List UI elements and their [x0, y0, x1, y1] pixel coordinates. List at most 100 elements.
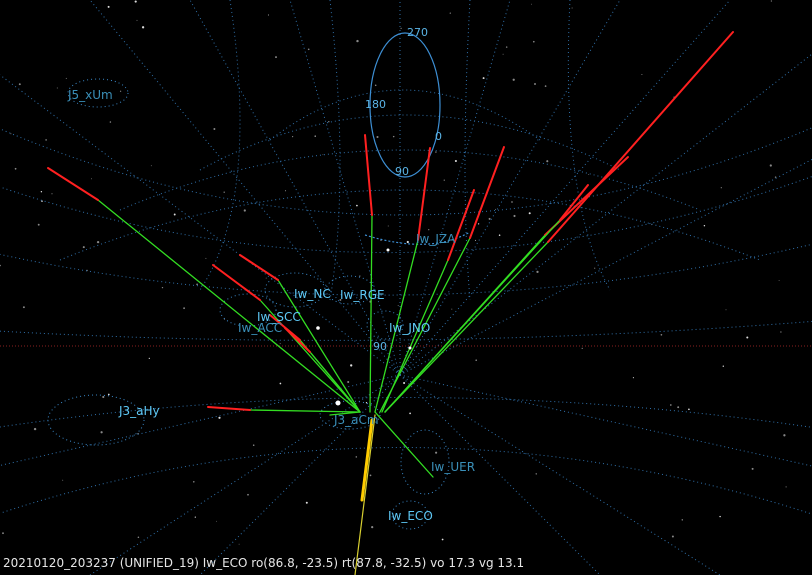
- star: [82, 246, 85, 249]
- star: [669, 404, 672, 406]
- star: [307, 48, 310, 51]
- star: [102, 395, 105, 399]
- station-label-iw-jza: Iw_JZA: [416, 232, 456, 246]
- star: [688, 408, 690, 411]
- star: [196, 283, 198, 286]
- station-label-iw-nc: Iw_NC: [294, 287, 331, 301]
- star-field: [0, 0, 787, 545]
- station-label-j3-acm: J3_aCm: [334, 413, 379, 427]
- star: [371, 525, 374, 529]
- star: [498, 234, 501, 236]
- star: [495, 208, 496, 210]
- station-fov-circles: [47, 78, 450, 530]
- star: [376, 135, 379, 139]
- azimuth-180-label: 180: [365, 98, 386, 111]
- star: [435, 451, 438, 454]
- star: [150, 165, 152, 167]
- station-label-iw-jno: Iw_JNO: [389, 321, 431, 335]
- star: [183, 307, 185, 310]
- star: [51, 193, 53, 195]
- star: [119, 90, 122, 92]
- star: [571, 7, 573, 9]
- star: [136, 19, 138, 21]
- star: [216, 520, 218, 522]
- star: [594, 267, 596, 269]
- star: [359, 275, 361, 277]
- star: [746, 336, 749, 339]
- star: [62, 479, 64, 481]
- star: [660, 333, 663, 336]
- star: [96, 240, 100, 244]
- sky-chart-canvas: [0, 0, 812, 575]
- star: [173, 213, 176, 216]
- star: [347, 380, 350, 384]
- star: [279, 343, 281, 345]
- star: [533, 40, 535, 43]
- star: [14, 167, 17, 170]
- star: [56, 87, 58, 89]
- star: [369, 474, 372, 477]
- altitude-90-label: 90: [373, 340, 387, 353]
- star: [435, 151, 437, 153]
- star: [141, 26, 145, 29]
- star: [400, 27, 402, 30]
- station-label-iw-acc: Iw_ACC: [238, 321, 283, 335]
- star: [535, 473, 537, 475]
- star: [40, 191, 43, 193]
- star: [107, 5, 110, 8]
- star: [406, 240, 409, 244]
- star: [37, 223, 40, 226]
- star: [305, 501, 308, 504]
- star: [91, 178, 92, 180]
- star: [449, 12, 451, 14]
- star: [107, 393, 110, 396]
- station-label-j5-xum: J5_xUm: [68, 88, 113, 102]
- star: [22, 306, 25, 309]
- star: [45, 139, 47, 141]
- star: [477, 223, 480, 225]
- star: [641, 73, 643, 76]
- star: [322, 154, 324, 156]
- star: [581, 347, 583, 350]
- star: [392, 135, 395, 138]
- star: [33, 427, 37, 431]
- star: [703, 224, 706, 227]
- star: [780, 331, 782, 333]
- star: [475, 239, 477, 241]
- star: [356, 39, 359, 43]
- star: [355, 456, 358, 458]
- azimuth-0-label: 0: [435, 130, 442, 143]
- star: [279, 382, 282, 385]
- star: [546, 160, 549, 163]
- star: [0, 264, 1, 267]
- star: [681, 519, 684, 521]
- star: [751, 467, 754, 470]
- star: [528, 212, 531, 215]
- star: [109, 121, 112, 123]
- star: [544, 85, 547, 87]
- star: [671, 535, 674, 538]
- star: [505, 46, 508, 48]
- star: [725, 309, 727, 311]
- star: [769, 164, 772, 167]
- star: [18, 83, 21, 86]
- star: [314, 135, 316, 137]
- star: [267, 14, 269, 16]
- star: [511, 201, 513, 203]
- star: [475, 359, 477, 361]
- star: [719, 515, 721, 518]
- star: [65, 77, 67, 79]
- star: [2, 532, 4, 535]
- star: [454, 159, 457, 163]
- star: [161, 286, 164, 289]
- star: [443, 179, 445, 181]
- star: [512, 78, 515, 81]
- star: [588, 173, 590, 175]
- star: [100, 431, 103, 434]
- star: [365, 402, 368, 404]
- station-label-iw-uer: Iw_UER: [431, 460, 476, 474]
- star: [722, 365, 724, 367]
- star: [275, 56, 277, 59]
- azimuth-90-label: 90: [395, 165, 409, 178]
- star: [252, 444, 255, 446]
